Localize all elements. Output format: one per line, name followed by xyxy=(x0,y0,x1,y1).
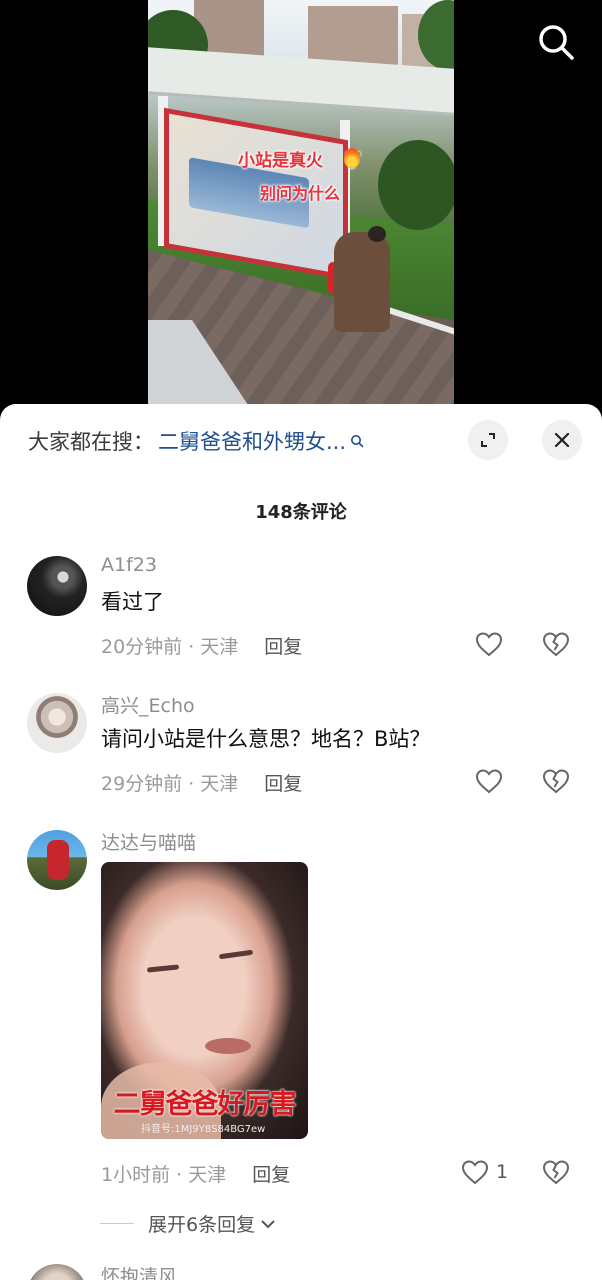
comment-time-location: 29分钟前 · 天津 xyxy=(101,773,239,795)
comment-image[interactable]: 二舅爸爸好厉害 抖音号:1MJ9Y8S84BG7ew xyxy=(101,862,308,1139)
divider-line xyxy=(100,1223,134,1224)
video-person xyxy=(334,232,390,332)
comment-meta: 1小时前 · 天津 回复 xyxy=(101,1160,290,1187)
close-icon xyxy=(554,432,570,448)
comments-sheet: 大家都在搜： 二舅爸爸和外甥女... 148条评论 A1f23 看过了 20分钟… xyxy=(0,404,602,1280)
dislike-button[interactable] xyxy=(540,1156,572,1188)
comment-author[interactable]: 达达与喵喵 xyxy=(101,828,196,855)
like-count: 1 xyxy=(496,1161,509,1183)
fire-icon xyxy=(344,148,360,168)
reply-button[interactable]: 回复 xyxy=(264,632,302,659)
comment-time-location: 20分钟前 · 天津 xyxy=(101,636,239,658)
heart-icon xyxy=(475,632,503,657)
comment-author[interactable]: 高兴_Echo xyxy=(101,691,195,718)
like-button[interactable]: 1 xyxy=(460,1156,508,1188)
comment-text: 请问小站是什么意思？地名？B站？ xyxy=(101,727,431,751)
dislike-button[interactable] xyxy=(540,765,572,797)
dislike-button[interactable] xyxy=(540,628,572,660)
comment-text: 看过了 xyxy=(101,590,164,614)
comment-author[interactable]: 怀抱清风 xyxy=(101,1262,177,1280)
image-face-eye xyxy=(218,949,254,960)
chevron-down-icon xyxy=(261,1219,275,1228)
reply-button[interactable]: 回复 xyxy=(264,769,302,796)
close-button[interactable] xyxy=(542,420,582,460)
video-player[interactable]: 小站是真火了 别问为什么 xyxy=(0,0,602,420)
heart-icon xyxy=(461,1160,489,1185)
video-frame: 小站是真火了 别问为什么 xyxy=(148,0,454,420)
comment-meta: 29分钟前 · 天津 回复 xyxy=(101,769,302,796)
avatar[interactable] xyxy=(27,830,87,890)
search-button[interactable] xyxy=(532,18,580,66)
image-face-eye xyxy=(146,964,180,973)
video-overlay-line2: 别问为什么 xyxy=(260,184,341,203)
search-icon xyxy=(351,435,364,448)
image-face-lips xyxy=(205,1038,251,1054)
avatar[interactable] xyxy=(27,1264,87,1280)
dislike-heart-icon xyxy=(542,769,570,794)
avatar[interactable] xyxy=(27,556,87,616)
comment-author[interactable]: A1f23 xyxy=(101,554,157,576)
video-person-head xyxy=(368,226,386,242)
expand-replies-button[interactable]: 展开6条回复 xyxy=(100,1210,277,1237)
dislike-heart-icon xyxy=(542,632,570,657)
image-watermark: 抖音号:1MJ9Y8S84BG7ew xyxy=(141,1124,266,1135)
video-tree xyxy=(378,140,454,230)
comment-time-location: 1小时前 · 天津 xyxy=(101,1164,227,1186)
hot-search-query[interactable]: 二舅爸爸和外甥女... xyxy=(158,426,346,456)
heart-icon xyxy=(475,769,503,794)
reply-button[interactable]: 回复 xyxy=(252,1160,290,1187)
expand-icon xyxy=(481,433,495,447)
hot-search-bar[interactable]: 大家都在搜： 二舅爸爸和外甥女... xyxy=(28,426,364,456)
avatar[interactable] xyxy=(27,693,87,753)
expand-button[interactable] xyxy=(468,420,508,460)
like-button[interactable] xyxy=(474,765,504,797)
search-icon xyxy=(539,25,574,60)
comment-meta: 20分钟前 · 天津 回复 xyxy=(101,632,302,659)
like-button[interactable] xyxy=(474,628,504,660)
image-caption: 二舅爸爸好厉害 xyxy=(113,1089,297,1120)
comments-count-title: 148条评论 xyxy=(255,502,347,523)
expand-replies-label: 展开6条回复 xyxy=(148,1214,256,1236)
dislike-heart-icon xyxy=(542,1160,570,1185)
hot-search-label: 大家都在搜： xyxy=(28,430,154,454)
